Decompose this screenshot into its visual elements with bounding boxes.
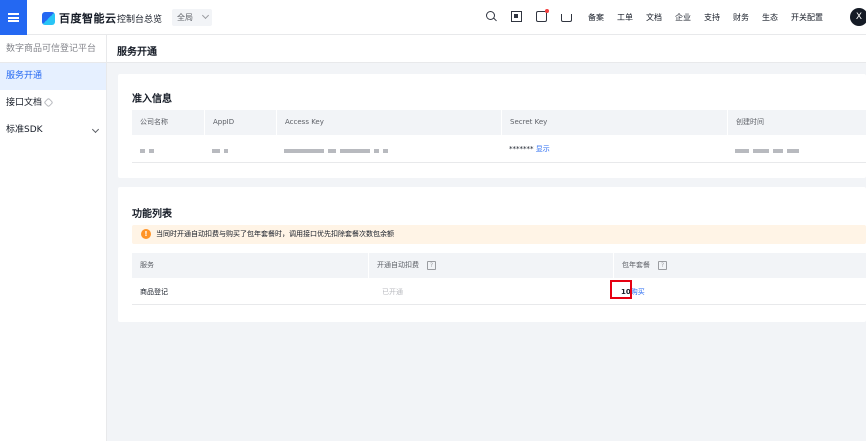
show-secret-link[interactable]: 显示: [536, 145, 550, 153]
column-header-secret-key: Secret Key: [501, 110, 727, 135]
notice-banner: ! 当同时开通自动扣费与购买了包年套餐时，调用接口优先扣除套餐次数包余额: [132, 225, 866, 244]
access-info-card: 准入信息 公司名称 AppID Access Key Secret Key 创建…: [118, 74, 866, 178]
buy-package-link[interactable]: 购买: [631, 288, 645, 296]
column-header-annual-package: 包年套餐?: [613, 253, 866, 278]
external-link-icon: [43, 97, 54, 108]
secret-key-cell: ******* 显示: [509, 144, 550, 154]
column-header-auto-deduct: 开通自动扣费?: [368, 253, 613, 278]
search-icon[interactable]: [486, 11, 497, 22]
column-header-service: 服务: [140, 261, 154, 269]
menu-icon: [8, 13, 19, 22]
region-value: 全局: [177, 13, 193, 22]
sidebar-item-label: 标准SDK: [6, 125, 43, 135]
highlight-annotation-box: [610, 280, 632, 299]
sidebar-item-service-activation[interactable]: 服务开通: [0, 63, 106, 90]
access-info-title: 准入信息: [132, 94, 172, 105]
nav-item-support[interactable]: 支持: [704, 12, 720, 23]
sidebar-item-api-docs[interactable]: 接口文档: [0, 90, 106, 117]
console-overview-link[interactable]: 控制台总览: [117, 12, 162, 25]
qr-code-icon[interactable]: [511, 11, 522, 22]
hamburger-menu-button[interactable]: [0, 0, 27, 35]
sidebar-item-label: 接口文档: [6, 98, 43, 108]
nav-item-ticket[interactable]: 工单: [617, 12, 633, 23]
sidebar-item-standard-sdk[interactable]: 标准SDK: [0, 117, 106, 144]
nav-item-filing[interactable]: 备案: [588, 12, 604, 23]
page-title: 服务开通: [117, 47, 157, 58]
column-header-created-time: 创建时间: [727, 110, 866, 135]
top-icon-group: [486, 9, 586, 22]
secret-key-masked: *******: [509, 145, 534, 153]
warning-icon: !: [141, 229, 151, 239]
help-icon[interactable]: ?: [427, 260, 436, 270]
access-table-header: 公司名称 AppID Access Key Secret Key 创建时间: [132, 110, 866, 135]
function-list-title: 功能列表: [132, 209, 172, 220]
region-select[interactable]: 全局: [172, 9, 212, 26]
top-nav: 备案 工单 文档 企业 支持 财务 生态 开关配置: [588, 12, 836, 23]
access-key-masked: [284, 147, 392, 155]
top-bar: 百度智能云 控制台总览 全局 备案 工单 文档 企业 支持 财务 生态 开关配置…: [0, 0, 866, 35]
company-name-masked: [140, 147, 158, 155]
help-icon[interactable]: ?: [658, 260, 667, 270]
table-row-divider: [132, 304, 866, 305]
auto-deduct-status: 已开通: [382, 288, 403, 296]
function-table-header: 服务 开通自动扣费? 包年套餐?: [132, 253, 866, 278]
nav-item-enterprise[interactable]: 企业: [675, 12, 691, 23]
created-time-masked: [735, 147, 803, 155]
message-icon[interactable]: [536, 9, 549, 22]
service-name-cell: 商品登记: [140, 288, 168, 296]
table-row-divider: [132, 162, 866, 163]
appid-masked: [212, 147, 232, 155]
column-header-appid: AppID: [204, 110, 276, 135]
chevron-down-icon: [91, 125, 100, 134]
user-avatar[interactable]: X: [850, 8, 866, 26]
sidebar-item-label: 服务开通: [6, 71, 43, 81]
nav-item-finance[interactable]: 财务: [733, 12, 749, 23]
nav-item-docs[interactable]: 文档: [646, 12, 662, 23]
sidebar: 数字商品可信登记平台 服务开通 接口文档 标准SDK: [0, 35, 107, 441]
cart-icon[interactable]: [561, 13, 572, 22]
page-header: 服务开通: [107, 35, 866, 63]
brand-name: 百度智能云: [59, 12, 117, 25]
annual-package-header-label: 包年套餐: [622, 261, 650, 269]
logo-mark-icon: [42, 11, 55, 25]
chevron-down-icon: [201, 11, 210, 20]
function-list-card: 功能列表 ! 当同时开通自动扣费与购买了包年套餐时，调用接口优先扣除套餐次数包余…: [118, 187, 866, 322]
column-header-access-key: Access Key: [276, 110, 501, 135]
sidebar-title: 数字商品可信登记平台: [0, 35, 106, 63]
brand-logo[interactable]: 百度智能云: [42, 10, 117, 26]
notice-text: 当同时开通自动扣费与购买了包年套餐时，调用接口优先扣除套餐次数包余额: [156, 230, 394, 238]
auto-deduct-header-label: 开通自动扣费: [377, 261, 419, 269]
column-header-company: 公司名称: [140, 118, 168, 126]
nav-item-ecosystem[interactable]: 生态: [762, 12, 778, 23]
nav-item-switch-config[interactable]: 开关配置: [791, 12, 823, 23]
